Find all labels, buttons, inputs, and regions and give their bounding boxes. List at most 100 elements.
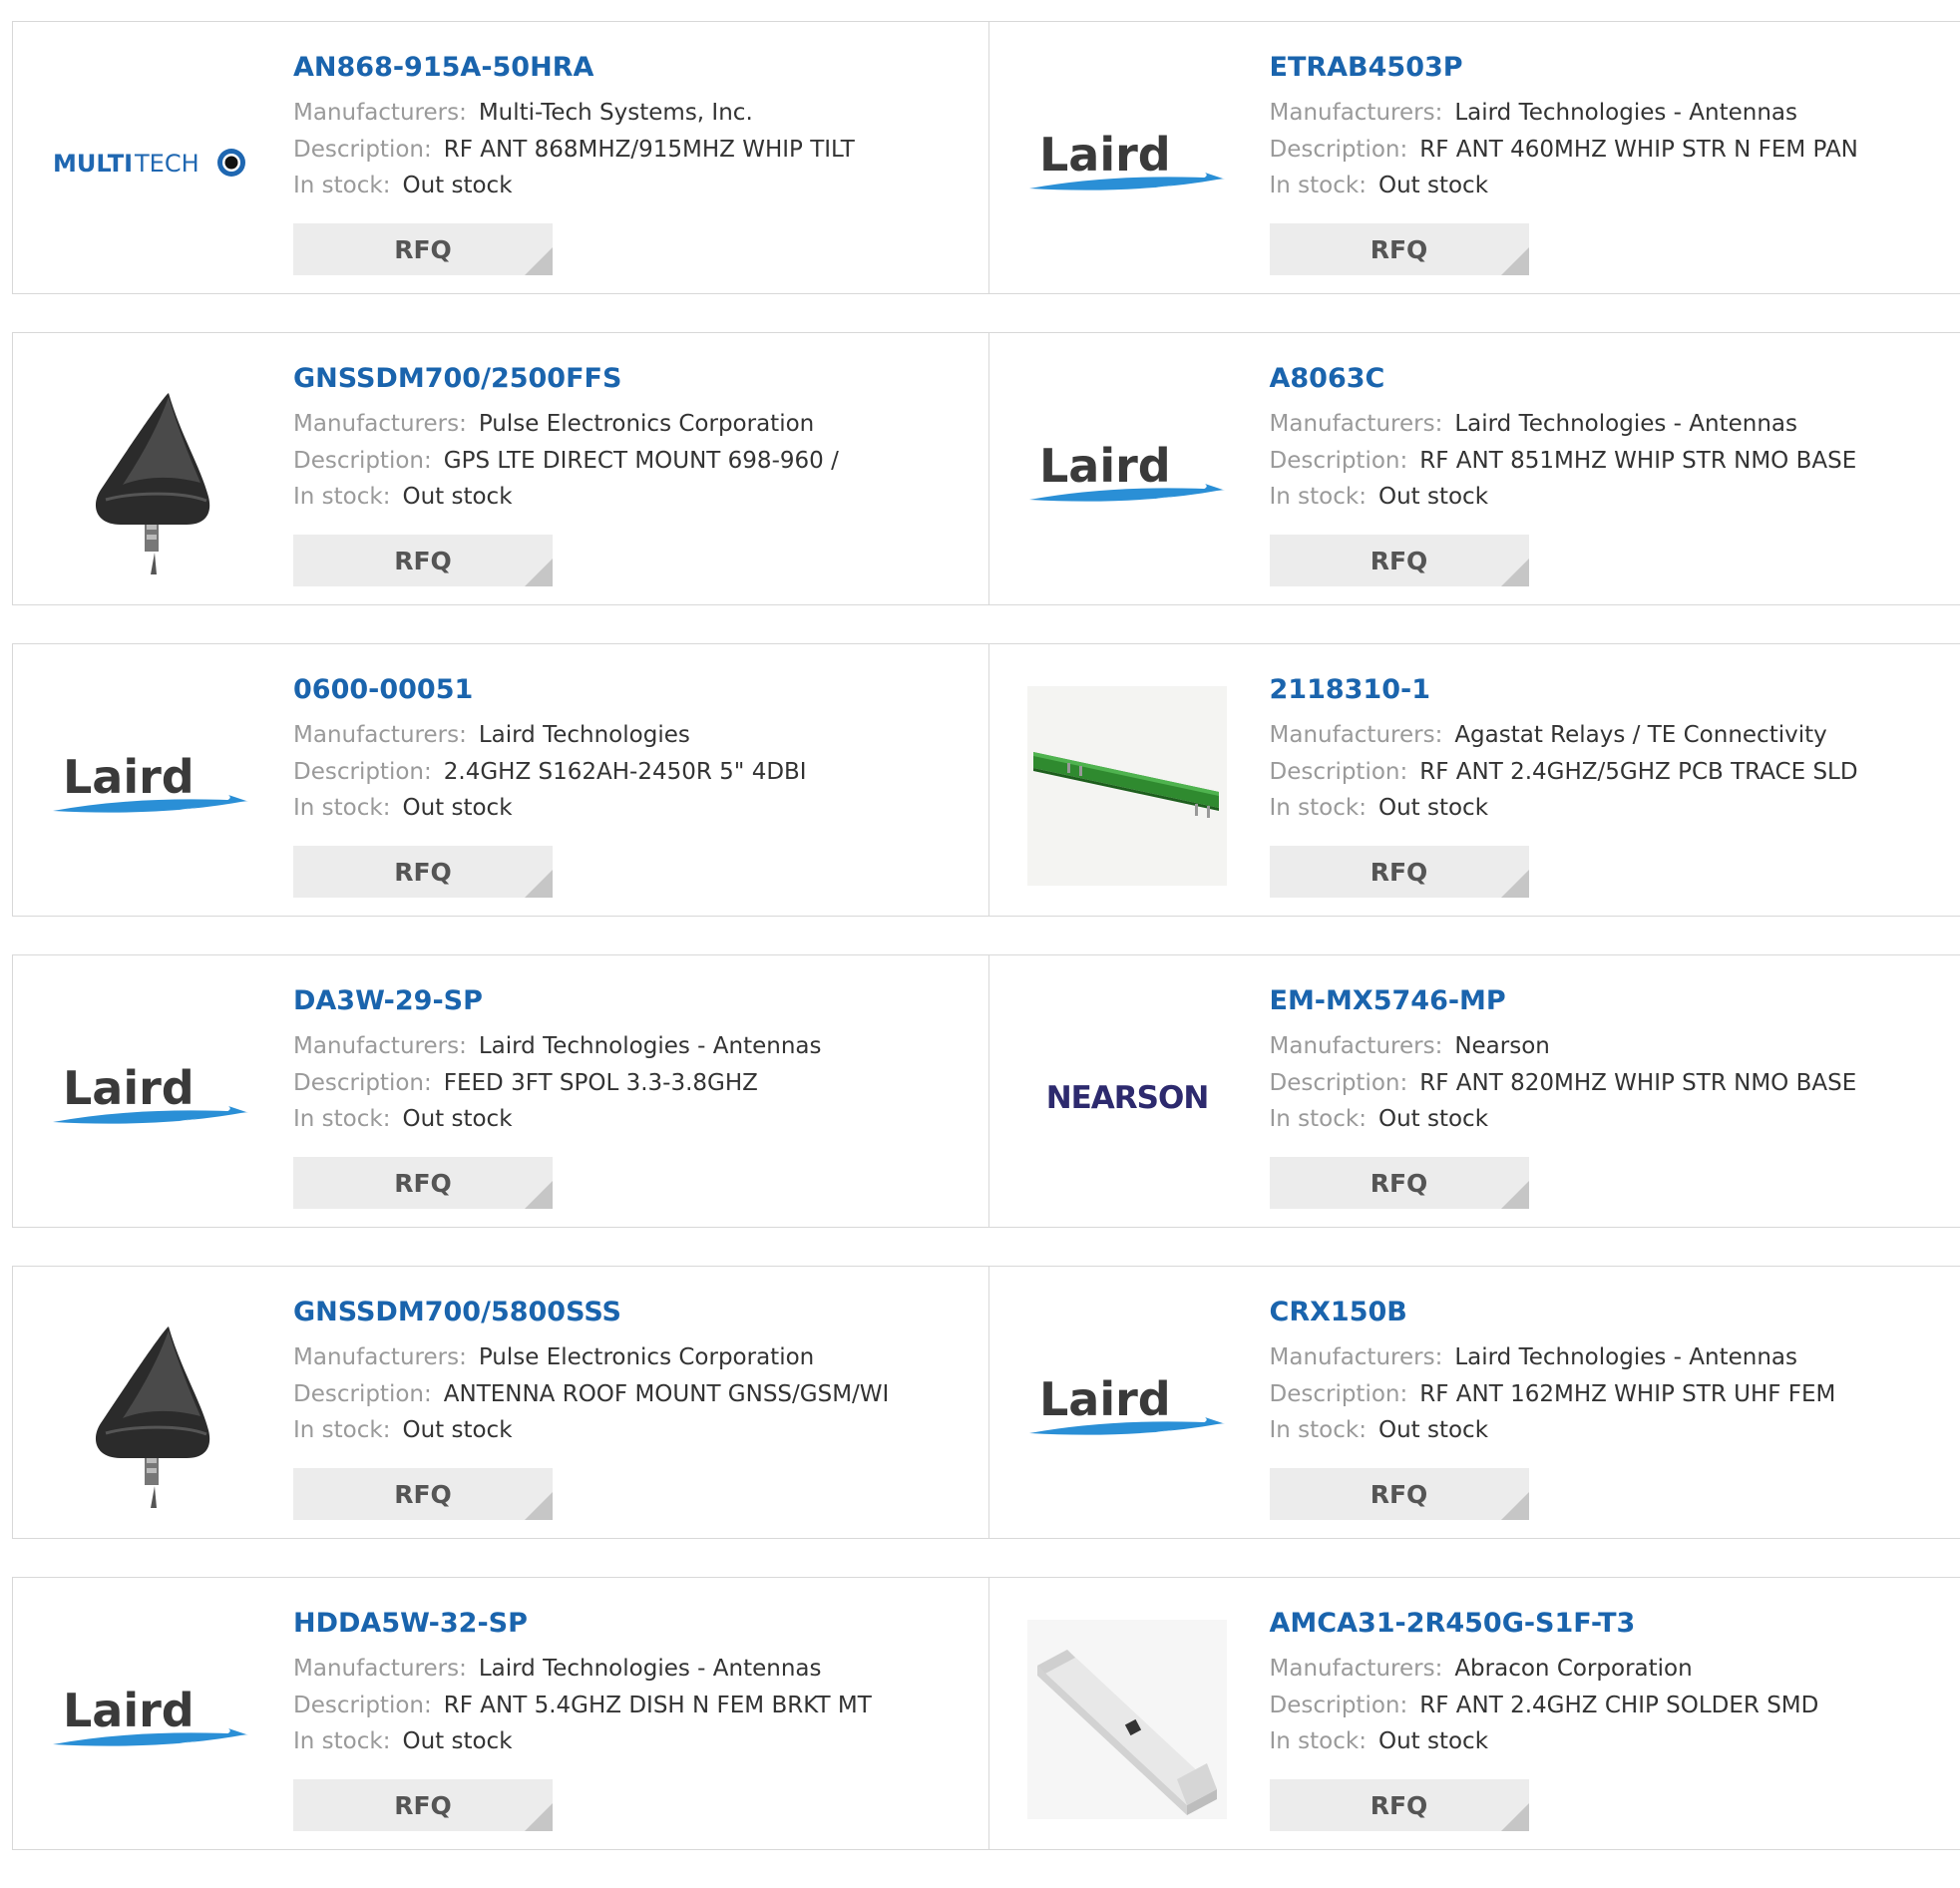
product-image[interactable]: MULTITECH (51, 64, 250, 263)
stock-line: In stock:Out stock (1270, 1101, 1951, 1138)
manufacturer-value: Pulse Electronics Corporation (479, 411, 814, 437)
part-number-link[interactable]: AN868-915A-50HRA (293, 52, 979, 84)
description-value: RF ANT 2.4GHZ/5GHZ PCB TRACE SLD (1419, 759, 1857, 785)
part-number-link[interactable]: GNSSDM700/2500FFS (293, 363, 979, 395)
product-info: HDDA5W-32-SP Manufacturers:Laird Technol… (293, 1608, 979, 1760)
product-image[interactable]: NEARSON (1027, 997, 1227, 1197)
manufacturers-label: Manufacturers: (293, 1344, 467, 1370)
manufacturer-line: Manufacturers:Laird Technologies - Anten… (293, 1028, 979, 1065)
part-number-link[interactable]: A8063C (1270, 363, 1951, 395)
part-number-link[interactable]: 0600-00051 (293, 674, 979, 706)
laird-logo-text: Laird (1039, 440, 1171, 493)
corner-fold-icon (1501, 1803, 1529, 1831)
product-card: AMCA31-2R450G-S1F-T3 Manufacturers:Abrac… (988, 1578, 1960, 1849)
part-number-link[interactable]: CRX150B (1270, 1297, 1951, 1328)
description-label: Description: (1270, 448, 1408, 474)
manufacturer-line: Manufacturers: Pulse Electronics Corporat… (293, 406, 979, 443)
stock-value: Out stock (402, 795, 512, 821)
product-row: MULTITECH AN868-915A-50HRA Manufacturers… (12, 21, 1960, 294)
product-image[interactable]: Laird (1027, 375, 1227, 574)
description-line: Description:RF ANT 851MHZ WHIP STR NMO B… (1270, 443, 1951, 480)
manufacturer-value: Nearson (1454, 1033, 1550, 1059)
rfq-button[interactable]: RFQ (293, 223, 553, 275)
part-number-link[interactable]: ETRAB4503P (1270, 52, 1951, 84)
rfq-button[interactable]: RFQ (293, 535, 553, 586)
rfq-button[interactable]: RFQ (293, 1157, 553, 1209)
stock-line: In stock: Out stock (1270, 168, 1951, 204)
product-image[interactable] (51, 1309, 250, 1508)
corner-fold-icon (1501, 870, 1529, 898)
laird-logo-text: Laird (63, 751, 195, 804)
rfq-button[interactable]: RFQ (1270, 1157, 1529, 1209)
product-card: Laird HDDA5W-32-SP Manufacturers:Laird T… (13, 1578, 988, 1849)
stock-line: In stock:Out stock (293, 1723, 979, 1760)
product-card: 2118310-1 Manufacturers:Agastat Relays /… (988, 644, 1960, 916)
rfq-button[interactable]: RFQ (293, 846, 553, 898)
stock-value: Out stock (402, 1728, 512, 1754)
corner-fold-icon (1501, 559, 1529, 586)
part-number-link[interactable]: EM-MX5746-MP (1270, 985, 1951, 1017)
rfq-button[interactable]: RFQ (1270, 535, 1529, 586)
product-image[interactable] (51, 375, 250, 574)
corner-fold-icon (525, 870, 553, 898)
part-number-link[interactable]: GNSSDM700/5800SSS (293, 1297, 979, 1328)
chip-antenna-icon (1027, 1620, 1227, 1819)
laird-logo-text: Laird (63, 1062, 195, 1115)
rfq-button[interactable]: RFQ (1270, 223, 1529, 275)
product-image[interactable]: Laird (51, 1620, 250, 1819)
product-image[interactable]: Laird (51, 997, 250, 1197)
manufacturer-line: Manufacturers:Agastat Relays / TE Connec… (1270, 717, 1951, 754)
manufacturers-label: Manufacturers: (293, 411, 467, 437)
part-number-link[interactable]: 2118310-1 (1270, 674, 1951, 706)
rfq-button[interactable]: RFQ (293, 1468, 553, 1520)
nearson-logo: NEARSON (1027, 1072, 1227, 1122)
description-value: FEED 3FT SPOL 3.3-3.8GHZ (444, 1070, 758, 1096)
stock-line: In stock:Out stock (1270, 1723, 1951, 1760)
rfq-label: RFQ (394, 1169, 452, 1198)
stock-value: Out stock (1378, 484, 1488, 510)
product-info: DA3W-29-SP Manufacturers:Laird Technolog… (293, 985, 979, 1138)
nearson-logo-text: NEARSON (1045, 1080, 1208, 1116)
product-image[interactable]: Laird (1027, 64, 1227, 263)
stock-value: Out stock (1378, 173, 1488, 198)
manufacturers-label: Manufacturers: (1270, 1033, 1443, 1059)
rfq-button[interactable]: RFQ (293, 1779, 553, 1831)
product-image[interactable]: Laird (51, 686, 250, 886)
stock-line: In stock:Out stock (1270, 479, 1951, 516)
product-image[interactable]: Laird (1027, 1309, 1227, 1508)
description-line: Description:FEED 3FT SPOL 3.3-3.8GHZ (293, 1065, 979, 1102)
manufacturer-line: Manufacturers:Laird Technologies (293, 717, 979, 754)
part-number-link[interactable]: HDDA5W-32-SP (293, 1608, 979, 1640)
stock-value: Out stock (1378, 795, 1488, 821)
description-label: Description: (1270, 137, 1408, 163)
manufacturer-line: Manufacturers:Pulse Electronics Corporat… (293, 1339, 979, 1376)
corner-fold-icon (1501, 247, 1529, 275)
rfq-button[interactable]: RFQ (1270, 1779, 1529, 1831)
rfq-label: RFQ (1371, 1791, 1428, 1820)
product-image[interactable] (1027, 1620, 1227, 1819)
manufacturer-value: Abracon Corporation (1454, 1656, 1692, 1682)
product-row: Laird 0600-00051 Manufacturers:Laird Tec… (12, 643, 1960, 917)
part-number-link[interactable]: DA3W-29-SP (293, 985, 979, 1017)
description-label: Description: (1270, 1070, 1408, 1096)
manufacturer-value: Laird Technologies (479, 722, 690, 748)
shark-fin-antenna-icon (51, 375, 250, 574)
rfq-label: RFQ (394, 1791, 452, 1820)
product-image[interactable] (1027, 686, 1227, 886)
stock-value: Out stock (1378, 1728, 1488, 1754)
part-number-link[interactable]: AMCA31-2R450G-S1F-T3 (1270, 1608, 1951, 1640)
product-card: Laird ETRAB4503P Manufacturers:Laird Tec… (988, 22, 1960, 293)
manufacturers-label: Manufacturers: (1270, 100, 1443, 126)
product-info: AMCA31-2R450G-S1F-T3 Manufacturers:Abrac… (1270, 1608, 1951, 1760)
rfq-button[interactable]: RFQ (1270, 846, 1529, 898)
description-line: Description:RF ANT 2.4GHZ CHIP SOLDER SM… (1270, 1688, 1951, 1724)
in-stock-label: In stock: (1270, 173, 1367, 198)
description-value: RF ANT 162MHZ WHIP STR UHF FEM (1419, 1381, 1835, 1407)
stock-value: Out stock (402, 484, 512, 510)
rfq-button[interactable]: RFQ (1270, 1468, 1529, 1520)
stock-line: In stock:Out stock (293, 479, 979, 516)
description-line: Description:2.4GHZ S162AH-2450R 5" 4DBI (293, 754, 979, 791)
rfq-label: RFQ (394, 235, 452, 264)
description-line: Description:RF ANT 868MHZ/915MHZ WHIP TI… (293, 132, 979, 169)
description-label: Description: (293, 759, 432, 785)
